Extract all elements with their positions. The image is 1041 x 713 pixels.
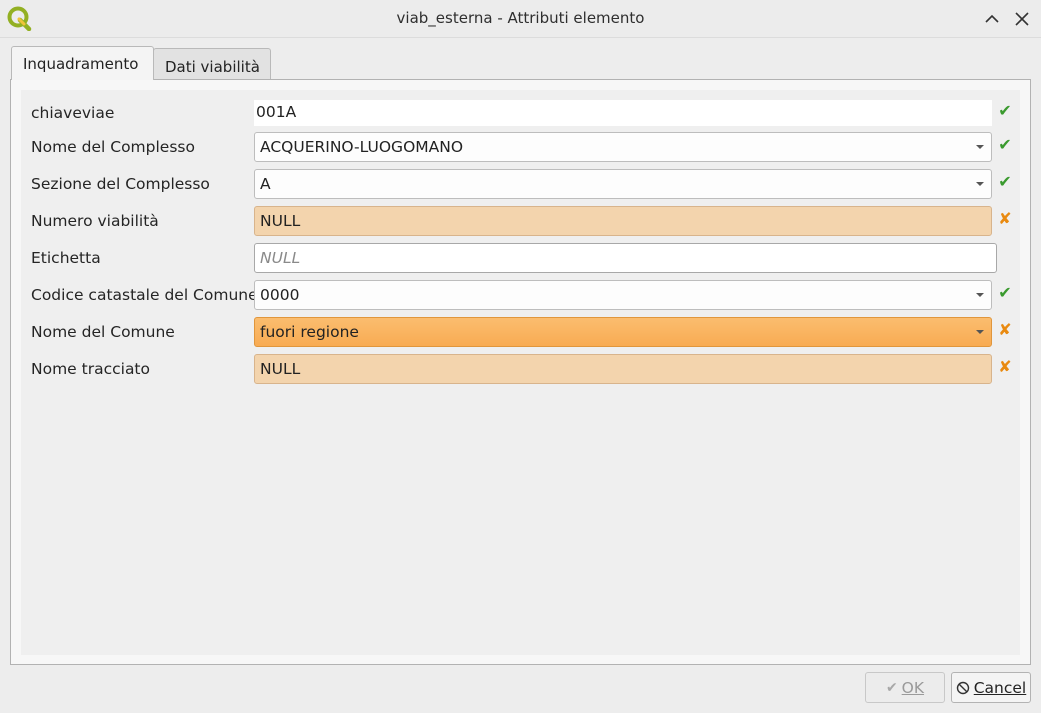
field-label: Nome del Complesso xyxy=(31,138,195,156)
chiaveviae-field[interactable]: 001A xyxy=(254,100,992,126)
attribute-form: chiaveviae 001A ✔ Nome del Complesso ACQ… xyxy=(21,90,1020,655)
check-icon: ✔ xyxy=(998,135,1012,154)
codice-catastale-select[interactable]: 0000 xyxy=(254,280,992,310)
field-label: Codice catastale del Comune xyxy=(31,286,258,304)
chevron-down-icon xyxy=(976,293,984,297)
field-row-sezione-complesso: Sezione del Complesso A ✔ xyxy=(21,168,1020,200)
check-icon: ✔ xyxy=(998,172,1012,191)
ok-button[interactable]: ✔ OK xyxy=(865,672,945,703)
cross-icon: ✘ xyxy=(998,209,1012,228)
chevron-down-icon xyxy=(976,145,984,149)
cross-icon: ✘ xyxy=(998,357,1012,376)
check-icon: ✔ xyxy=(998,101,1012,120)
cross-icon: ✘ xyxy=(998,320,1012,339)
field-row-nome-tracciato: Nome tracciato NULL ✘ xyxy=(21,353,1020,385)
tab-inquadramento[interactable]: Inquadramento xyxy=(11,46,154,80)
select-value: fuori regione xyxy=(260,323,359,341)
nome-tracciato-field[interactable]: NULL xyxy=(254,354,992,384)
field-row-nome-complesso: Nome del Complesso ACQUERINO-LUOGOMANO ✔ xyxy=(21,131,1020,163)
numero-viabilita-field[interactable]: NULL xyxy=(254,206,992,236)
check-icon: ✔ xyxy=(998,283,1012,302)
sezione-complesso-select[interactable]: A xyxy=(254,169,992,199)
select-value: ACQUERINO-LUOGOMANO xyxy=(260,138,464,156)
field-label: Nome tracciato xyxy=(31,360,150,378)
close-icon[interactable] xyxy=(1012,9,1032,29)
tab-panel: chiaveviae 001A ✔ Nome del Complesso ACQ… xyxy=(10,79,1031,665)
chevron-down-icon xyxy=(976,182,984,186)
title-bar: viab_esterna - Attributi elemento xyxy=(0,0,1041,38)
field-row-chiaveviae: chiaveviae 001A ✔ xyxy=(21,97,1020,129)
cancel-icon xyxy=(956,681,969,694)
field-label: chiaveviae xyxy=(31,104,115,122)
cancel-button[interactable]: Cancel xyxy=(951,672,1031,703)
chevron-up-icon[interactable] xyxy=(982,9,1002,29)
nome-complesso-select[interactable]: ACQUERINO-LUOGOMANO xyxy=(254,132,992,162)
select-value: A xyxy=(260,175,271,193)
select-value: 0000 xyxy=(260,286,300,304)
field-label: Etichetta xyxy=(31,249,101,267)
field-row-numero-viabilita: Numero viabilità NULL ✘ xyxy=(21,205,1020,237)
nome-comune-select[interactable]: fuori regione xyxy=(254,317,992,347)
ok-label: OK xyxy=(901,678,925,697)
field-row-etichetta: Etichetta NULL xyxy=(21,242,1020,274)
etichetta-input[interactable]: NULL xyxy=(254,243,997,273)
field-row-codice-catastale: Codice catastale del Comune 0000 ✔ xyxy=(21,279,1020,311)
check-icon: ✔ xyxy=(885,679,898,696)
input-placeholder: NULL xyxy=(260,249,301,267)
window-title: viab_esterna - Attributi elemento xyxy=(396,9,645,27)
field-label: Numero viabilità xyxy=(31,212,159,230)
field-label: Nome del Comune xyxy=(31,323,175,341)
cancel-label: Cancel xyxy=(973,678,1027,697)
field-label: Sezione del Complesso xyxy=(31,175,210,193)
tab-dati-viabilita[interactable]: Dati viabilità xyxy=(153,48,271,80)
chevron-down-icon xyxy=(976,330,984,334)
field-row-nome-comune: Nome del Comune fuori regione ✘ xyxy=(21,316,1020,348)
